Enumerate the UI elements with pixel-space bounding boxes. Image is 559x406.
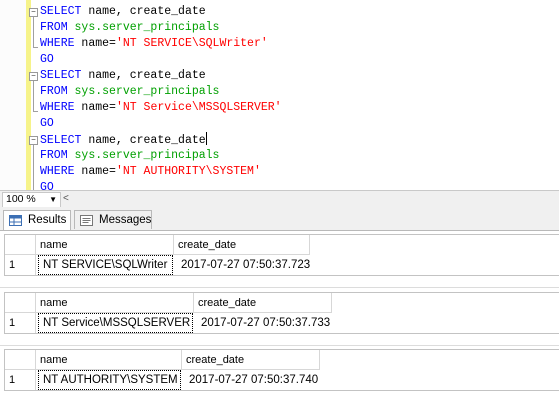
sql-system-object: sys.server_principals xyxy=(67,149,220,162)
code-line[interactable]: WHERE name='NT Service\MSSQLSERVER' xyxy=(40,100,282,116)
results-pane: name create_date 1 NT SERVICE\SQLWriter … xyxy=(0,230,559,406)
sql-keyword: FROM xyxy=(40,149,68,162)
result-grid-1[interactable]: name create_date 1 NT SERVICE\SQLWriter … xyxy=(4,234,559,276)
text-caret xyxy=(205,132,207,145)
table-cell-create-date[interactable]: 2017-07-27 07:50:37.723 xyxy=(177,255,311,275)
sql-keyword: GO xyxy=(40,117,54,130)
collapse-icon[interactable]: − xyxy=(29,72,38,81)
messages-icon xyxy=(80,215,93,226)
outline-line xyxy=(33,17,34,47)
change-tracking-bar xyxy=(26,0,31,190)
dropdown-arrow-icon[interactable]: ▼ xyxy=(49,193,57,206)
sql-string: 'NT AUTHORITY\SYSTEM' xyxy=(115,165,261,178)
grid-corner[interactable] xyxy=(5,350,36,370)
sql-string: 'NT Service\MSSQLSERVER' xyxy=(115,101,282,114)
code-line[interactable]: SELECT name, create_date xyxy=(40,68,206,84)
code-line[interactable]: FROM sys.server_principals xyxy=(40,84,219,100)
sql-string: 'NT SERVICE\SQLWriter' xyxy=(115,37,268,50)
result-grid-2[interactable]: name create_date 1 NT Service\MSSQLSERVE… xyxy=(4,292,559,334)
grid-separator[interactable] xyxy=(0,345,559,346)
sql-text: name= xyxy=(74,101,116,114)
column-header-create-date[interactable]: create_date xyxy=(182,350,320,370)
table-cell-name[interactable]: NT Service\MSSQLSERVER xyxy=(38,313,193,333)
sql-keyword: WHERE xyxy=(40,37,75,50)
column-header-name[interactable]: name xyxy=(36,235,174,255)
grid-corner[interactable] xyxy=(5,293,36,313)
table-cell-name[interactable]: NT SERVICE\SQLWriter xyxy=(38,255,173,275)
tab-results[interactable]: Results xyxy=(3,210,71,231)
results-tabstrip: Results Messages xyxy=(0,207,559,231)
sql-keyword: SELECT xyxy=(40,69,82,82)
code-line[interactable]: GO xyxy=(40,180,54,190)
sql-keyword: SELECT xyxy=(40,5,82,18)
zoom-value: 100 % xyxy=(6,193,36,205)
row-number[interactable]: 1 xyxy=(5,255,36,275)
sql-system-object: sys.server_principals xyxy=(67,85,220,98)
column-header-name[interactable]: name xyxy=(36,350,182,370)
sql-text: name, create_date xyxy=(81,69,206,82)
tab-messages[interactable]: Messages xyxy=(74,210,152,229)
sql-keyword: WHERE xyxy=(40,165,75,178)
tab-results-label: Results xyxy=(28,214,67,226)
code-line[interactable]: GO xyxy=(40,52,54,68)
table-cell-create-date[interactable]: 2017-07-27 07:50:37.733 xyxy=(197,313,333,333)
collapse-icon[interactable]: − xyxy=(29,136,38,145)
code-line[interactable]: FROM sys.server_principals xyxy=(40,20,219,36)
sql-keyword: FROM xyxy=(40,21,68,34)
sql-keyword: SELECT xyxy=(40,134,82,147)
zoom-dropdown[interactable]: 100 % ▼ xyxy=(2,192,61,208)
results-grid-icon xyxy=(9,215,22,226)
row-number[interactable]: 1 xyxy=(5,313,36,333)
sql-text: name, create_date xyxy=(81,5,206,18)
sql-keyword: FROM xyxy=(40,85,68,98)
sql-text: name, create_date xyxy=(81,134,206,147)
sql-system-object: sys.server_principals xyxy=(67,21,220,34)
code-line[interactable]: WHERE name='NT AUTHORITY\SYSTEM' xyxy=(40,164,261,180)
code-line[interactable]: FROM sys.server_principals xyxy=(40,148,219,164)
query-editor[interactable]: SELECT name, create_date FROM sys.server_… xyxy=(0,0,559,190)
sql-keyword: WHERE xyxy=(40,101,75,114)
outline-line xyxy=(33,81,34,111)
outline-line xyxy=(33,145,34,190)
column-header-create-date[interactable]: create_date xyxy=(194,293,332,313)
collapse-icon[interactable]: − xyxy=(29,8,38,17)
selection-margin[interactable] xyxy=(0,0,26,190)
table-cell-create-date[interactable]: 2017-07-27 07:50:37.740 xyxy=(185,370,321,390)
code-line[interactable]: SELECT name, create_date xyxy=(40,132,207,148)
scroll-left-icon[interactable]: < xyxy=(63,192,69,206)
sql-text: name= xyxy=(74,37,116,50)
column-header-create-date[interactable]: create_date xyxy=(174,235,310,255)
code-line[interactable]: WHERE name='NT SERVICE\SQLWriter' xyxy=(40,36,268,52)
result-grid-3[interactable]: name create_date 1 NT AUTHORITY\SYSTEM 2… xyxy=(4,349,559,391)
outline-end xyxy=(33,47,38,48)
column-header-name[interactable]: name xyxy=(36,293,194,313)
sql-keyword: GO xyxy=(40,181,54,190)
outline-end xyxy=(33,111,38,112)
sql-keyword: GO xyxy=(40,53,54,66)
row-number[interactable]: 1 xyxy=(5,370,36,390)
code-line[interactable]: SELECT name, create_date xyxy=(40,4,206,20)
editor-status-bar: 100 % ▼ < xyxy=(0,190,559,208)
tab-messages-label: Messages xyxy=(99,214,152,226)
grid-separator[interactable] xyxy=(0,287,559,288)
grid-corner[interactable] xyxy=(5,235,36,255)
code-line[interactable]: GO xyxy=(40,116,54,132)
table-cell-name[interactable]: NT AUTHORITY\SYSTEM xyxy=(38,370,181,390)
sql-text: name= xyxy=(74,165,116,178)
